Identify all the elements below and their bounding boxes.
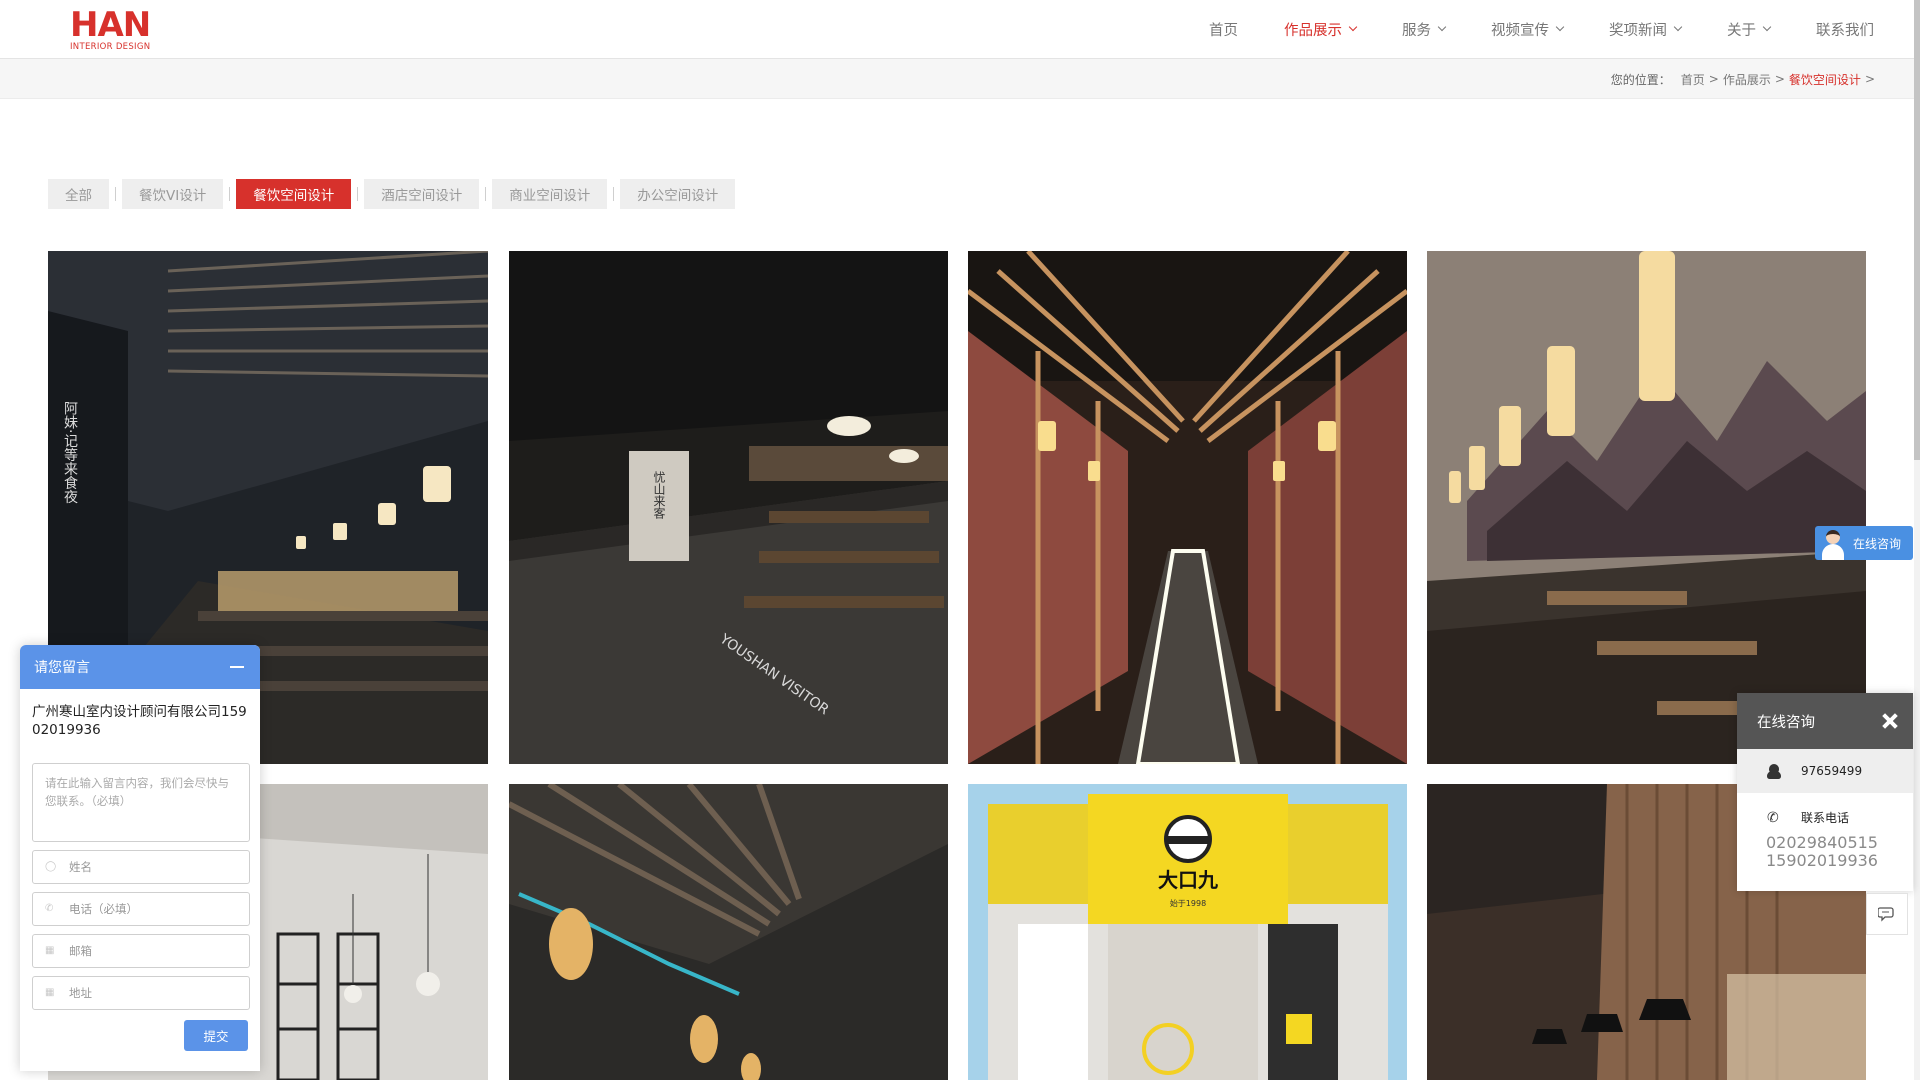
project-thumbnail[interactable] [509,784,948,1080]
nav-works[interactable]: 作品展示 [1284,19,1358,40]
project-image: 大口九 始于1998 [968,784,1407,1080]
tile7-sub-text: 始于1998 [1170,898,1206,908]
nav-video[interactable]: 视频宣传 [1491,19,1565,40]
filter-divider [115,187,116,201]
consult-panel-title: 在线咨询 [1757,714,1815,731]
leave-message-widget: 请您留言 广州寒山室内设计顾问有限公司15902019936 请在此输入留言内容… [20,645,260,1071]
project-thumbnail[interactable]: 大口九 始于1998 [968,784,1407,1080]
minimize-icon[interactable] [230,666,244,668]
breadcrumb-sep: > [1864,72,1875,86]
filter-office-space[interactable]: 办公空间设计 [620,179,736,209]
filter-restaurant-space[interactable]: 餐饮空间设计 [236,179,352,209]
grid-icon: ▦ [45,945,55,956]
nav-works-label: 作品展示 [1284,22,1342,39]
main-nav: 首页 作品展示 服务 视频宣传 奖项新闻 关于 联系我们 [1163,0,1874,58]
phone-field[interactable]: ✆ 电话（必填） [32,892,250,926]
close-icon[interactable] [1881,712,1899,730]
breadcrumb-sep: > [1708,72,1719,86]
chat-bubble-button[interactable] [1866,893,1908,935]
nav-contact-label: 联系我们 [1816,22,1874,39]
project-thumbnail[interactable] [1427,251,1866,764]
nav-video-label: 视频宣传 [1491,22,1549,39]
project-image: 忧山来客 YOUSHAN VISITOR [509,251,948,764]
tile7-sign-text: 大口九 [1158,868,1218,892]
phone-icon: ✆ [1767,809,1779,826]
agent-avatar-icon [1819,526,1847,560]
nav-contact[interactable]: 联系我们 [1816,19,1874,40]
breadcrumb-bar: 您的位置： 首页 > 作品展示 > 餐饮空间设计 > [0,59,1920,99]
message-textarea[interactable]: 请在此输入留言内容，我们会尽快与您联系。（必填） [32,763,250,842]
address-placeholder: 地址 [69,986,92,1000]
filter-divider [357,187,359,201]
nav-awards-label: 奖项新闻 [1609,22,1667,39]
breadcrumb: 您的位置： 首页 > 作品展示 > 餐饮空间设计 > [1607,59,1875,99]
nav-awards[interactable]: 奖项新闻 [1609,19,1683,40]
online-consult-tab[interactable]: 在线咨询 [1815,526,1913,560]
breadcrumb-works[interactable]: 作品展示 [1723,71,1771,88]
submit-button[interactable]: 提交 [184,1020,248,1051]
phone-label: 联系电话 [1801,811,1850,825]
message-widget-title: 请您留言 [34,660,90,676]
project-image [509,784,948,1080]
grid-icon: ▦ [45,987,55,998]
breadcrumb-sep: > [1774,72,1785,86]
nav-home-label: 首页 [1209,22,1238,39]
chat-bubble-icon [1878,907,1894,922]
message-widget-header[interactable]: 请您留言 [20,645,260,689]
phone-placeholder: 电话（必填） [69,902,138,916]
tile2-sign-text: 忧山来客 [652,471,666,520]
filter-commercial-space[interactable]: 商业空间设计 [492,179,608,209]
breadcrumb-current[interactable]: 餐饮空间设计 [1789,71,1861,88]
tile1-sign-text: 阿妹·记等来食夜 [62,401,78,504]
filter-divider [485,187,487,201]
logo-subtitle: INTERIOR DESIGN [70,42,151,52]
consult-panel-header: 在线咨询 [1737,693,1913,749]
name-field[interactable]: ◯ 姓名 [32,850,250,884]
project-thumbnail[interactable]: 忧山来客 YOUSHAN VISITOR [509,251,948,764]
nav-about[interactable]: 关于 [1727,19,1772,40]
nav-home[interactable]: 首页 [1209,19,1238,40]
filter-vi-design[interactable]: 餐饮VI设计 [122,179,224,209]
nav-services-label: 服务 [1402,22,1431,39]
phone-icon: ✆ [45,903,54,914]
filter-divider [229,187,231,201]
logo-text: HAN [70,5,151,45]
chevron-down-icon [1762,22,1772,32]
chevron-down-icon [1555,22,1565,32]
category-filter: 全部 餐饮VI设计 餐饮空间设计 酒店空间设计 商业空间设计 办公空间设计 [48,179,736,209]
phone-number[interactable]: 15902019936 [1766,852,1913,870]
chevron-down-icon [1348,22,1358,32]
chevron-down-icon [1673,22,1683,32]
page-scrollbar[interactable] [1914,0,1920,1080]
email-placeholder: 邮箱 [69,944,92,958]
chevron-down-icon [1437,22,1447,32]
filter-hotel-space[interactable]: 酒店空间设计 [364,179,480,209]
project-image [1427,251,1866,764]
scrollbar-thumb[interactable] [1914,0,1920,460]
phone-label-row: ✆ 联系电话 [1737,809,1913,826]
filter-all[interactable]: 全部 [48,179,109,209]
phone-number[interactable]: 02029840515 [1766,834,1913,852]
nav-services[interactable]: 服务 [1402,19,1447,40]
address-field[interactable]: ▦ 地址 [32,976,250,1010]
qq-number: 97659499 [1801,764,1863,778]
breadcrumb-label: 您的位置： [1610,72,1671,87]
site-logo[interactable]: HAN INTERIOR DESIGN [70,8,190,52]
filter-divider [613,187,615,201]
project-thumbnail[interactable] [968,251,1407,764]
email-field[interactable]: ▦ 邮箱 [32,934,250,968]
online-consult-label: 在线咨询 [1853,536,1902,551]
company-info: 广州寒山室内设计顾问有限公司15902019936 [32,704,247,738]
name-placeholder: 姓名 [69,860,92,874]
qq-icon [1767,763,1781,779]
user-icon: ◯ [45,861,57,872]
breadcrumb-home[interactable]: 首页 [1681,71,1705,88]
consult-panel: 在线咨询 97659499 ✆ 联系电话 02029840515 1590201… [1737,693,1913,891]
nav-about-label: 关于 [1727,22,1756,39]
project-image [968,251,1407,764]
phone-numbers: 02029840515 15902019936 [1737,834,1913,870]
site-header: HAN INTERIOR DESIGN 首页 作品展示 服务 视频宣传 奖项新闻… [0,0,1920,59]
qq-contact[interactable]: 97659499 [1737,749,1913,793]
